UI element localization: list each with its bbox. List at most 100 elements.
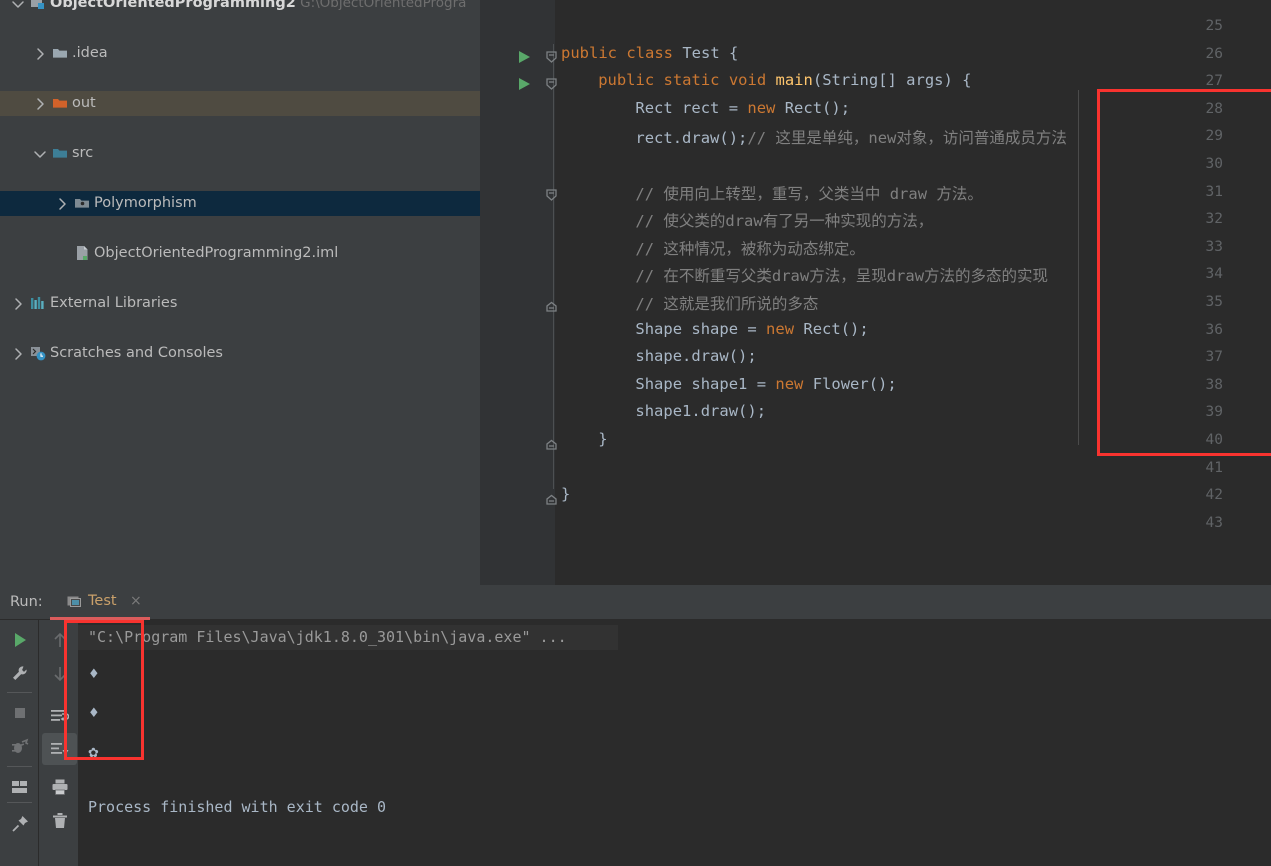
fold-expanded-icon[interactable] bbox=[545, 187, 558, 206]
code-line[interactable]: shape1.draw(); bbox=[635, 402, 766, 420]
tree-item-label: src bbox=[72, 145, 94, 161]
fold-expanded-icon[interactable] bbox=[545, 49, 558, 68]
code-line[interactable]: } bbox=[561, 485, 570, 503]
fold-end-icon[interactable] bbox=[545, 436, 558, 455]
soft-wrap-button[interactable] bbox=[40, 699, 79, 733]
code-token-cls: Rect(); bbox=[784, 98, 851, 117]
up-the-stack-trace-button[interactable] bbox=[40, 623, 79, 657]
fold-end-icon[interactable] bbox=[545, 491, 558, 510]
code-token-pun: } bbox=[561, 485, 571, 504]
tree-item-scratches-and-consoles[interactable]: Scratches and Consoles bbox=[0, 341, 480, 366]
clear-all-button[interactable] bbox=[40, 804, 79, 838]
code-line[interactable]: public static void main(String[] args) { bbox=[598, 71, 971, 89]
module-icon bbox=[30, 0, 47, 20]
libraries-icon bbox=[30, 295, 47, 320]
code-token-pun: ( bbox=[812, 71, 823, 90]
tree-item-objectorientedprogramming2[interactable]: ObjectOrientedProgramming2 G:\ObjectOrie… bbox=[0, 0, 480, 16]
line-number: 28 bbox=[1205, 100, 1223, 117]
toolbar-separator-3 bbox=[7, 802, 32, 803]
chevron-right-icon[interactable] bbox=[11, 291, 25, 316]
code-line[interactable]: shape.draw(); bbox=[635, 347, 756, 365]
line-number: 42 bbox=[1205, 487, 1223, 504]
ide-window: ObjectOrientedProgramming2 G:\ObjectOrie… bbox=[0, 0, 1271, 866]
code-line[interactable]: // 这就是我们所说的多态 bbox=[635, 292, 818, 314]
line-number: 40 bbox=[1205, 432, 1223, 448]
tree-item-label: External Libraries bbox=[50, 295, 178, 311]
code-token-cls: shape.draw(); bbox=[635, 347, 757, 366]
code-token-mth: main bbox=[775, 71, 813, 90]
code-line[interactable]: Shape shape = new Rect(); bbox=[635, 320, 868, 338]
layout-button[interactable] bbox=[0, 770, 39, 804]
console-output[interactable]: "C:\Program Files\Java\jdk1.8.0_301\bin\… bbox=[78, 620, 1271, 866]
iml-file-icon bbox=[74, 245, 91, 270]
code-token-cls: String bbox=[822, 71, 879, 90]
rerun-button[interactable] bbox=[0, 623, 39, 657]
line-number: 29 bbox=[1205, 128, 1223, 145]
code-line[interactable]: // 这种情况，被称为动态绑定。 bbox=[635, 237, 865, 259]
run-gutter-icon[interactable] bbox=[518, 49, 531, 68]
run-gutter-icon[interactable] bbox=[518, 76, 531, 95]
chevron-down-icon[interactable] bbox=[11, 0, 25, 16]
chevron-right-icon[interactable] bbox=[33, 41, 47, 66]
scroll-to-end-button[interactable] bbox=[42, 733, 77, 765]
code-editor[interactable]: 25 26 27 28 29 30 31 32 33 34 35 36 37 38 39 40 41 42 43 p… bbox=[480, 0, 1271, 585]
code-token-pun: } bbox=[598, 430, 608, 448]
code-token-cls: shape1.draw(); bbox=[635, 402, 767, 421]
chevron-down-icon[interactable] bbox=[33, 141, 47, 166]
tree-item-label: ObjectOrientedProgramming2.iml bbox=[94, 245, 339, 261]
chevron-right-icon[interactable] bbox=[55, 191, 69, 216]
run-tab-bar[interactable]: Run: Test × bbox=[0, 585, 1271, 620]
code-token-cls: Test bbox=[682, 43, 720, 62]
run-tool-window[interactable]: Run: Test × "C:\Program Files\Java\jdk1.… bbox=[0, 585, 1271, 866]
console-output-glyph: ♦ bbox=[88, 667, 100, 682]
tree-item-polymorphism[interactable]: Polymorphism bbox=[0, 191, 480, 216]
chevron-right-icon[interactable] bbox=[33, 91, 47, 116]
line-number: 37 bbox=[1205, 349, 1223, 366]
fold-end-icon[interactable] bbox=[545, 298, 558, 317]
code-token-cmt: // 这就是我们所说的多态 bbox=[635, 295, 819, 313]
line-number: 32 bbox=[1205, 211, 1223, 228]
project-tool-window[interactable]: ObjectOrientedProgramming2 G:\ObjectOrie… bbox=[0, 0, 480, 585]
code-line[interactable]: Rect rect = new Rect(); bbox=[635, 99, 850, 117]
line-number: 34 bbox=[1205, 266, 1223, 283]
line-number: 43 bbox=[1205, 514, 1223, 531]
line-number: 33 bbox=[1205, 238, 1223, 255]
run-toolbar-primary[interactable] bbox=[0, 620, 39, 866]
run-toolbar-secondary[interactable] bbox=[40, 620, 78, 866]
code-token-cmt: // 在不断重写父类draw方法，呈现draw方法的多态的实现 bbox=[635, 267, 1049, 286]
fold-expanded-icon[interactable] bbox=[545, 76, 558, 95]
code-line[interactable]: rect.draw();// 这里是单纯，new对象，访问普通成员方法 bbox=[635, 126, 1066, 148]
code-token-cls: Rect(); bbox=[803, 319, 869, 338]
tree-item-src[interactable]: src bbox=[0, 141, 480, 166]
print-button[interactable] bbox=[40, 770, 79, 804]
code-token-cls: Shape shape = bbox=[635, 319, 767, 338]
tree-item-objectorientedprogramming2-iml[interactable]: ObjectOrientedProgramming2.iml bbox=[0, 241, 480, 266]
chevron-right-icon[interactable] bbox=[11, 341, 25, 366]
code-line[interactable]: public class Test { bbox=[561, 44, 738, 62]
line-number: 30 bbox=[1205, 156, 1223, 172]
tree-item-out[interactable]: out bbox=[0, 91, 480, 116]
indent-guide-line bbox=[1078, 90, 1079, 445]
tree-item-idea[interactable]: .idea bbox=[0, 41, 480, 66]
code-line[interactable]: // 使用向上转型，重写，父类当中 draw 方法。 bbox=[635, 182, 983, 204]
code-token-cls: Flower(); bbox=[812, 374, 897, 393]
code-line[interactable]: // 在不断重写父类draw方法，呈现draw方法的多态的实现 bbox=[635, 264, 1048, 286]
run-tab-label: Test bbox=[88, 593, 117, 609]
rerun-settings-button[interactable] bbox=[0, 657, 39, 691]
project-tree[interactable]: ObjectOrientedProgramming2 G:\ObjectOrie… bbox=[0, 0, 480, 361]
debug-button[interactable] bbox=[0, 730, 39, 764]
code-line[interactable]: Shape shape1 = new Flower(); bbox=[635, 375, 896, 393]
project-horizontal-scrollbar-track[interactable] bbox=[0, 568, 480, 581]
folder-icon bbox=[52, 45, 69, 70]
tree-item-label: .idea bbox=[72, 45, 108, 61]
code-line[interactable]: } bbox=[598, 430, 607, 448]
down-the-stack-trace-button[interactable] bbox=[40, 657, 79, 691]
code-line[interactable]: // 使父类的draw有了另一种实现的方法， bbox=[635, 209, 933, 231]
close-icon[interactable]: × bbox=[130, 593, 142, 609]
fold-region-line bbox=[553, 44, 554, 489]
line-number: 25 bbox=[1205, 18, 1223, 34]
tree-item-external-libraries[interactable]: External Libraries bbox=[0, 291, 480, 316]
code-token-kw: class bbox=[626, 43, 683, 62]
stop-button[interactable] bbox=[0, 696, 39, 730]
pin-tab-button[interactable] bbox=[0, 807, 39, 841]
